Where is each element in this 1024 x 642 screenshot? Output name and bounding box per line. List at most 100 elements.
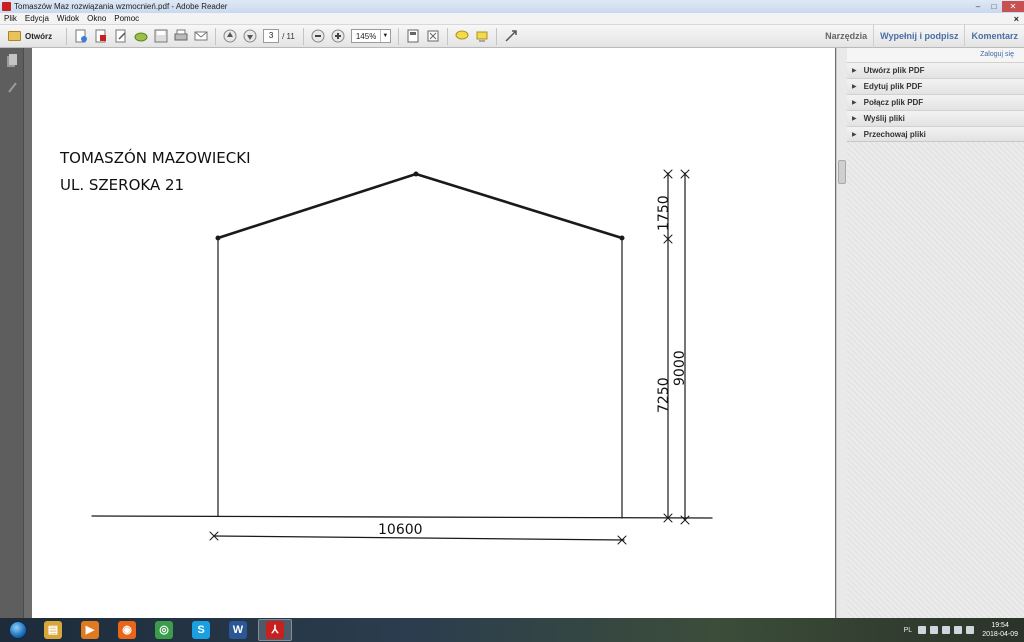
menu-plik[interactable]: Plik: [4, 14, 17, 23]
taskbar: ▤ ▶ ◉ ◎ S W ⅄ PL 19:54 2018-04-09: [0, 618, 1024, 642]
chevron-down-icon: ▼: [379, 30, 390, 42]
pages-icon[interactable]: [6, 54, 18, 68]
save-icon: [154, 29, 168, 43]
panel-create-pdf[interactable]: ▶ Utwórz plik PDF: [847, 62, 1024, 78]
fit-page-icon: [407, 29, 419, 43]
toolbar-divider: [495, 27, 497, 45]
taskbar-media-player[interactable]: ▶: [73, 619, 107, 641]
triangle-right-icon: ▶: [852, 131, 857, 138]
arrow-down-icon: [243, 29, 257, 43]
navigation-rail: [0, 48, 24, 618]
taskbar-skype[interactable]: S: [184, 619, 218, 641]
menu-pomoc[interactable]: Pomoc: [114, 14, 139, 23]
firefox-icon: ◉: [118, 621, 136, 639]
save-button[interactable]: [153, 28, 169, 44]
create-pdf-button[interactable]: [73, 28, 89, 44]
document-area: TOMASZÓN MAZOWIECKI UL. SZEROKA 21 10600…: [24, 48, 836, 618]
address-street: UL. SZEROKA 21: [60, 176, 184, 194]
panel-item-label: Połącz plik PDF: [863, 98, 924, 107]
keyboard-icon[interactable]: [918, 626, 927, 634]
toolbar-divider: [302, 27, 304, 45]
vertical-scrollbar[interactable]: [836, 48, 847, 618]
toolbar: Otwórz 3 / 11 145% ▼ Narzędzia Wypełnij …: [0, 24, 1024, 48]
menu-okno[interactable]: Okno: [87, 14, 106, 23]
triangle-right-icon: ▶: [852, 100, 857, 106]
next-page-button[interactable]: [242, 28, 258, 44]
network-icon[interactable]: [942, 626, 951, 634]
panel-item-label: Utwórz plik PDF: [863, 66, 925, 75]
tools-link[interactable]: Narzędzia: [819, 31, 873, 41]
cloud-upload-button[interactable]: [133, 28, 149, 44]
language-indicator[interactable]: PL: [904, 627, 913, 634]
comment-button[interactable]: [454, 28, 470, 44]
adobe-reader-icon: ⅄: [266, 621, 284, 639]
zoom-select[interactable]: 145% ▼: [350, 29, 391, 43]
attachment-icon[interactable]: [6, 80, 18, 94]
taskbar-word[interactable]: W: [221, 619, 255, 641]
page-number-input[interactable]: 3: [263, 29, 280, 43]
address-city: TOMASZÓN MAZOWIECKI: [59, 148, 251, 167]
zoom-out-button[interactable]: [310, 28, 326, 44]
clock-date: 2018-04-09: [982, 631, 1018, 638]
fill-and-sign-link[interactable]: Wypełnij i podpisz: [874, 31, 964, 41]
play-icon: ▶: [81, 621, 99, 639]
taskbar-firefox[interactable]: ◉: [110, 619, 144, 641]
clock[interactable]: 19:54 2018-04-09: [982, 621, 1018, 639]
combine-pdf-icon: [95, 29, 107, 43]
panel-send-files[interactable]: ▶ Wyślij pliki: [847, 110, 1024, 126]
open-button-label: Otwórz: [25, 31, 53, 41]
close-button[interactable]: ✕: [1002, 1, 1024, 12]
volume-icon[interactable]: [966, 626, 975, 634]
building-sketch: TOMASZÓN MAZOWIECKI UL. SZEROKA 21 10600…: [59, 148, 713, 545]
cloud-upload-icon: [134, 32, 148, 42]
arrow-up-icon: [223, 29, 237, 43]
maximize-button[interactable]: □: [986, 1, 1002, 12]
toolbar-divider: [66, 27, 68, 45]
skype-icon: S: [192, 621, 210, 639]
print-button[interactable]: [173, 28, 189, 44]
full-screen-icon: [427, 30, 439, 42]
expand-button[interactable]: [503, 28, 519, 44]
taskbar-chrome[interactable]: ◎: [147, 619, 181, 641]
zoom-in-button[interactable]: [330, 28, 346, 44]
dimension-total-height: 9000: [672, 350, 688, 386]
edit-pdf-button[interactable]: [113, 28, 129, 44]
panel-edit-pdf[interactable]: ▶ Edytuj plik PDF: [847, 78, 1024, 94]
print-icon: [174, 29, 188, 41]
login-link[interactable]: Zaloguj się: [847, 48, 1024, 62]
toolbar-divider: [215, 27, 217, 45]
clock-time: 19:54: [991, 622, 1009, 629]
previous-page-button[interactable]: [222, 28, 238, 44]
toolbar-divider: [397, 27, 399, 45]
panel-store-files[interactable]: ▶ Przechowaj pliki: [847, 126, 1024, 142]
edit-pdf-icon: [115, 29, 126, 43]
combine-pdf-button[interactable]: [93, 28, 109, 44]
zoom-value: 145%: [355, 31, 377, 41]
signal-icon[interactable]: [954, 626, 963, 634]
toolbar-divider: [446, 27, 448, 45]
plus-icon: [331, 29, 345, 43]
open-button[interactable]: Otwórz: [4, 27, 56, 45]
comment-link[interactable]: Komentarz: [965, 31, 1024, 41]
highlight-button[interactable]: [474, 28, 490, 44]
email-button[interactable]: [193, 28, 209, 44]
flag-icon[interactable]: [930, 626, 939, 634]
title-bar: Tomaszów Maz rozwiązania wzmocnień.pdf -…: [0, 0, 1024, 13]
full-screen-button[interactable]: [425, 28, 441, 44]
panel-combine-pdf[interactable]: ▶ Połącz plik PDF: [847, 94, 1024, 110]
minimize-button[interactable]: –: [970, 1, 986, 12]
panel-item-label: Edytuj plik PDF: [863, 82, 923, 91]
expand-icon: [505, 30, 517, 42]
taskbar-explorer[interactable]: ▤: [36, 619, 70, 641]
fit-page-button[interactable]: [405, 28, 421, 44]
menu-edycja[interactable]: Edycja: [25, 14, 49, 23]
start-button[interactable]: [4, 619, 32, 641]
highlighter-icon: [476, 31, 488, 42]
adobe-reader-icon: [2, 2, 11, 11]
close-document-button[interactable]: ×: [1014, 14, 1019, 24]
taskbar-adobe-reader[interactable]: ⅄: [258, 619, 292, 641]
scrollbar-thumb[interactable]: [838, 160, 846, 184]
menu-widok[interactable]: Widok: [57, 14, 79, 23]
page-total: / 11: [282, 31, 295, 41]
email-icon: [194, 31, 208, 41]
